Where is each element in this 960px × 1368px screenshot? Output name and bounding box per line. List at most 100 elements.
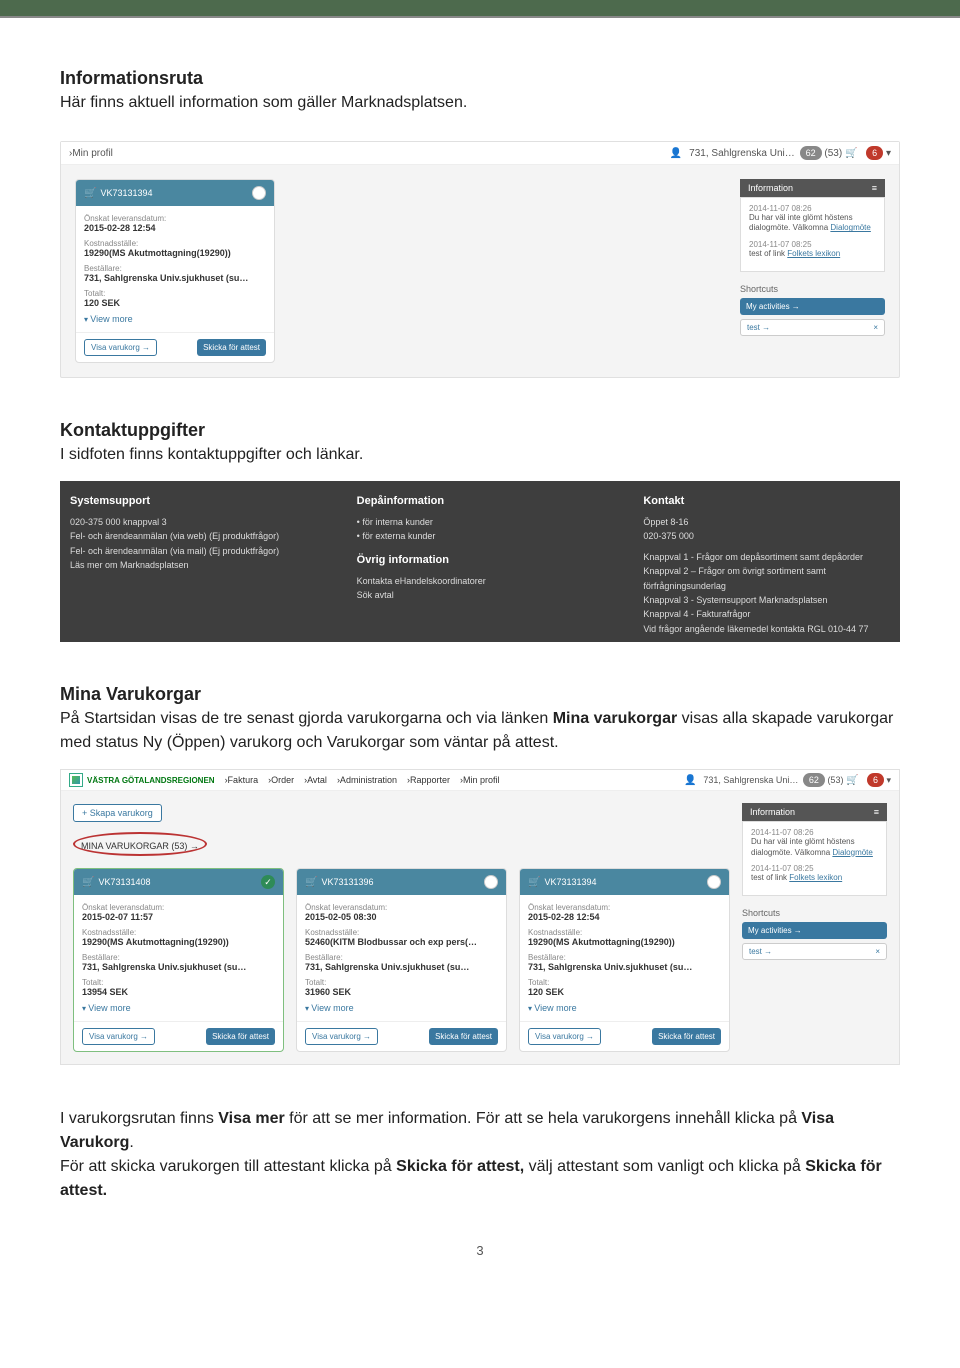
information-panel: Information ≡ 2014-11-07 08:26 Du har vä… xyxy=(742,803,887,960)
info-menu-icon[interactable]: ≡ xyxy=(874,807,879,817)
logo-text: VÄSTRA GÖTALANDSREGIONEN xyxy=(87,776,215,785)
nav-min-profil[interactable]: ›Min profil xyxy=(460,775,500,785)
label: Kostnadsställe: xyxy=(305,928,498,937)
shortcuts-title: Shortcuts xyxy=(742,908,887,918)
order-card: VK73131408 ✓ Önskat leveransdatum:2015-0… xyxy=(73,868,284,1052)
order-id: VK73131408 xyxy=(98,877,150,887)
view-more-link[interactable]: View more xyxy=(84,314,266,324)
tab-min-profil[interactable]: ›Min profil xyxy=(69,148,113,159)
label: Kostnadsställe: xyxy=(528,928,721,937)
info-text-2: test of link xyxy=(751,873,789,882)
user-icon xyxy=(684,775,700,785)
order-card: VK73131394 Önskat leveransdatum:2015-02-… xyxy=(519,868,730,1052)
value: 2015-02-07 11:57 xyxy=(82,912,275,922)
shortcut-test[interactable]: test → × xyxy=(742,943,887,960)
heading-mina-varukorgar: Mina Varukorgar xyxy=(60,684,900,705)
footer-item: Knappval 4 - Fakturafrågor xyxy=(643,607,890,621)
para-skicka-attest: För att skicka varukorgen till attestant… xyxy=(60,1155,900,1203)
text: . xyxy=(129,1134,133,1151)
value: 120 SEK xyxy=(84,298,266,308)
footer-item[interactable]: Fel- och ärendeanmälan (via mail) (Ej pr… xyxy=(70,544,317,558)
visa-varukorg-button[interactable]: Visa varukorg → xyxy=(528,1028,601,1045)
info-link-1[interactable]: Dialogmöte xyxy=(832,848,872,857)
view-more-link[interactable]: View more xyxy=(305,1003,498,1013)
para-visa-mer: I varukorgsrutan finns Visa mer för att … xyxy=(60,1107,900,1155)
information-panel: Information ≡ 2014-11-07 08:26 Du har vä… xyxy=(740,179,885,363)
footer-item[interactable]: för externa kunder xyxy=(357,529,604,543)
nav-order[interactable]: ›Order xyxy=(268,775,294,785)
order-id: VK73131394 xyxy=(100,188,152,198)
shortcut-my-activities[interactable]: My activities → xyxy=(742,922,887,939)
footer-item[interactable]: Kontakta eHandelskoordinatorer xyxy=(357,574,604,588)
skicka-attest-button[interactable]: Skicka för attest xyxy=(429,1028,498,1045)
footer-item: Knappval 1 - Frågor om depåsortiment sam… xyxy=(643,550,890,564)
label: Beställare: xyxy=(305,953,498,962)
footer-item[interactable]: Läs mer om Marknadsplatsen xyxy=(70,558,317,572)
text: I varukorgsrutan finns xyxy=(60,1110,218,1127)
shortcut-test[interactable]: test → × xyxy=(740,319,885,336)
nav-faktura[interactable]: ›Faktura xyxy=(225,775,259,785)
info-link-1[interactable]: Dialogmöte xyxy=(830,223,870,232)
value: 2015-02-28 12:54 xyxy=(528,912,721,922)
badge-count-1[interactable]: 62 xyxy=(803,773,825,787)
status-icon xyxy=(484,875,498,889)
skicka-attest-button[interactable]: Skicka för attest xyxy=(197,339,266,356)
footer-item: 020-375 000 knappval 3 xyxy=(70,515,317,529)
footer-item: 020-375 000 xyxy=(643,529,890,543)
value: 31960 SEK xyxy=(305,987,498,997)
text: för att se mer information. För att se h… xyxy=(285,1110,802,1127)
close-icon[interactable]: × xyxy=(873,323,878,332)
footer-col2-title2: Övrig information xyxy=(357,554,604,566)
visa-varukorg-button[interactable]: Visa varukorg → xyxy=(84,339,157,356)
info-date-1: 2014-11-07 08:26 xyxy=(751,828,878,837)
text: På Startsidan visas de tre senast gjorda… xyxy=(60,710,553,727)
screenshot-footer: Systemsupport 020-375 000 knappval 3 Fel… xyxy=(60,481,900,642)
info-text-2: test of link xyxy=(749,249,787,258)
cart-icon[interactable] xyxy=(846,775,862,785)
label: Totalt: xyxy=(528,978,721,987)
badge-count-1[interactable]: 62 xyxy=(800,146,822,160)
info-title: Information xyxy=(750,807,795,817)
value: 13954 SEK xyxy=(82,987,275,997)
value: 731, Sahlgrenska Univ.sjukhuset (su… xyxy=(84,273,266,283)
info-link-2[interactable]: Folkets lexikon xyxy=(789,873,842,882)
user-label[interactable]: 731, Sahlgrenska Uni… xyxy=(703,775,798,785)
user-label[interactable]: 731, Sahlgrenska Uni… xyxy=(689,148,795,159)
visa-varukorg-button[interactable]: Visa varukorg → xyxy=(305,1028,378,1045)
view-more-link[interactable]: View more xyxy=(528,1003,721,1013)
para-mina-varukorgar: På Startsidan visas de tre senast gjorda… xyxy=(60,707,900,755)
footer-item[interactable]: för interna kunder xyxy=(357,515,604,529)
mina-varukorgar-link[interactable]: MINA VARUKORGAR (53) → xyxy=(81,841,199,851)
order-card: VK73131396 Önskat leveransdatum:2015-02-… xyxy=(296,868,507,1052)
cart-icon[interactable] xyxy=(845,148,861,159)
badge-count-2[interactable]: 6 xyxy=(867,773,884,787)
label: Önskat leveransdatum: xyxy=(82,903,275,912)
footer-item[interactable]: Fel- och ärendeanmälan (via web) (Ej pro… xyxy=(70,529,317,543)
value: 731, Sahlgrenska Univ.sjukhuset (su… xyxy=(528,962,721,972)
label: Beställare: xyxy=(84,264,266,273)
skapa-varukorg-button[interactable]: + Skapa varukorg xyxy=(73,804,162,822)
skicka-attest-button[interactable]: Skicka för attest xyxy=(652,1028,721,1045)
text: För att skicka varukorgen till attestant… xyxy=(60,1158,396,1175)
skicka-attest-button[interactable]: Skicka för attest xyxy=(206,1028,275,1045)
badge-count-2[interactable]: 6 xyxy=(866,146,883,160)
footer-item[interactable]: Sök avtal xyxy=(357,588,604,602)
dropdown-caret[interactable]: ▾ xyxy=(886,775,891,785)
visa-varukorg-button[interactable]: Visa varukorg → xyxy=(82,1028,155,1045)
close-icon[interactable]: × xyxy=(875,947,880,956)
page-number: 3 xyxy=(60,1243,900,1258)
view-more-link[interactable]: View more xyxy=(82,1003,275,1013)
footer-item: Knappval 3 - Systemsupport Marknadsplats… xyxy=(643,593,890,607)
info-link-2[interactable]: Folkets lexikon xyxy=(787,249,840,258)
value: 120 SEK xyxy=(528,987,721,997)
footer-col1-title: Systemsupport xyxy=(70,495,317,507)
shortcut-my-activities[interactable]: My activities → xyxy=(740,298,885,315)
dropdown-caret[interactable]: ▾ xyxy=(886,148,891,159)
label: Önskat leveransdatum: xyxy=(305,903,498,912)
info-menu-icon[interactable]: ≡ xyxy=(872,183,877,193)
nav-rapporter[interactable]: ›Rapporter xyxy=(407,775,450,785)
nav-avtal[interactable]: ›Avtal xyxy=(304,775,327,785)
logo[interactable]: VÄSTRA GÖTALANDSREGIONEN xyxy=(69,773,215,787)
nav-administration[interactable]: ›Administration xyxy=(337,775,397,785)
info-date-2: 2014-11-07 08:25 xyxy=(749,240,876,249)
